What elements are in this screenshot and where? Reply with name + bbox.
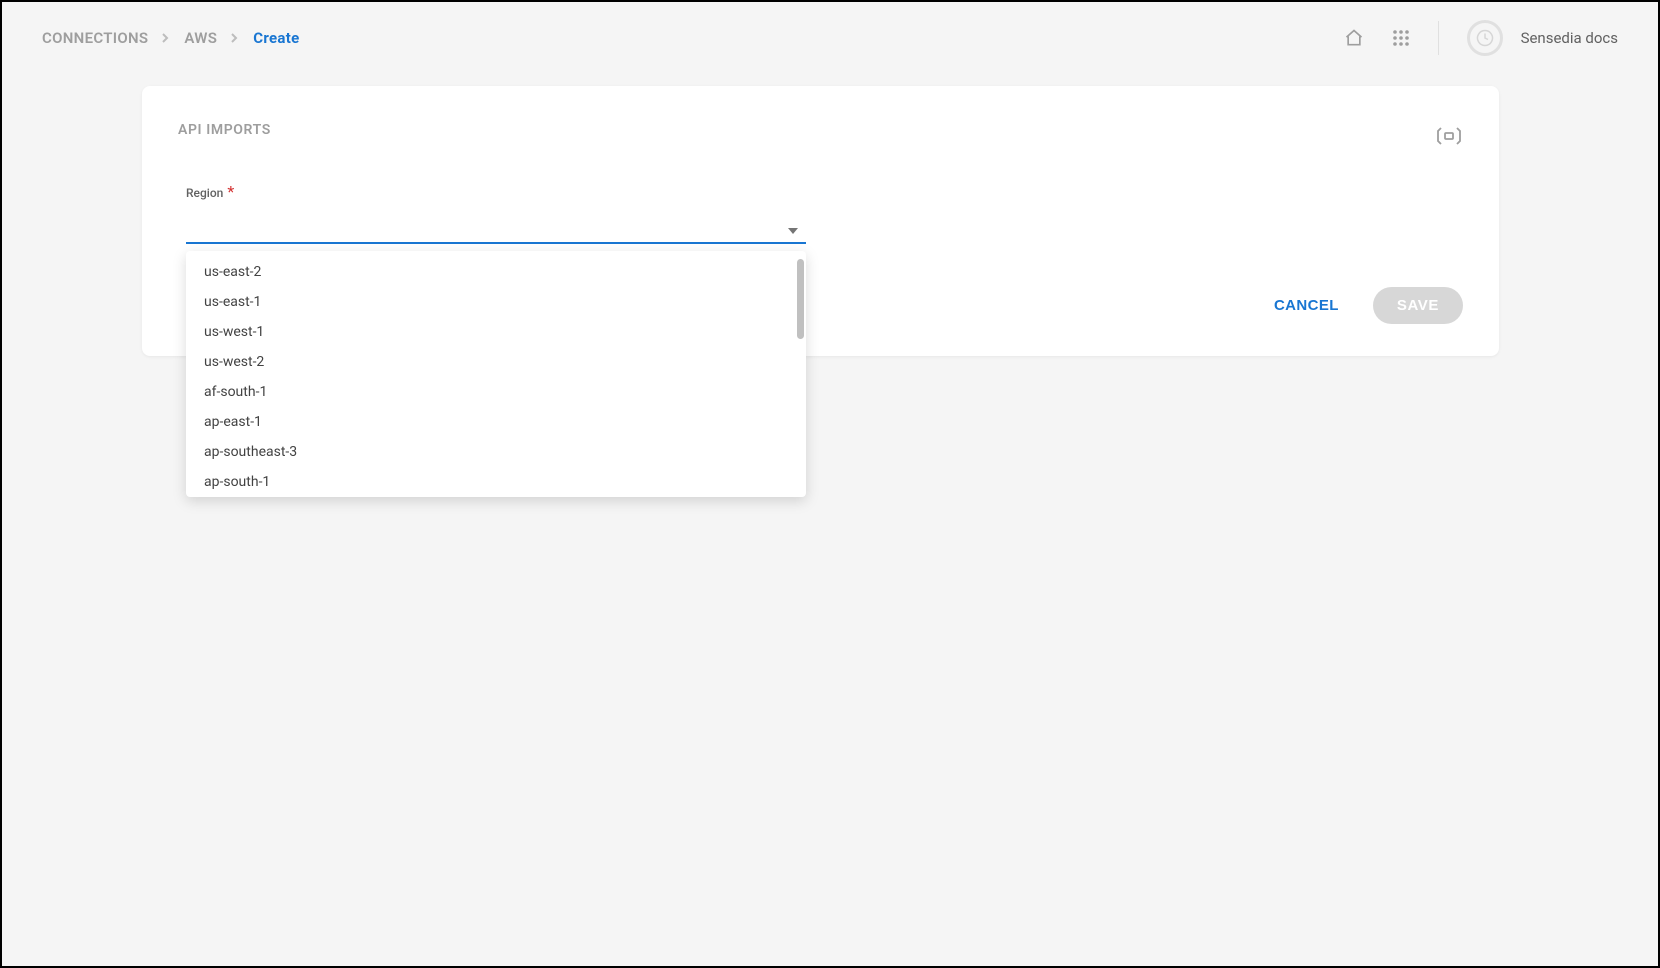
dropdown-option[interactable]: us-west-2 [186,347,806,377]
vertical-divider [1438,21,1439,55]
api-bridge-icon [1435,122,1463,154]
card-header: API IMPORTS [178,122,1463,154]
dropdown-option[interactable]: ap-east-1 [186,407,806,437]
card-title: API IMPORTS [178,122,271,138]
cancel-button[interactable]: CANCEL [1274,297,1339,314]
username-label: Sensedia docs [1521,29,1618,47]
top-right-controls: Sensedia docs [1344,20,1618,56]
dropdown-option[interactable]: us-west-1 [186,317,806,347]
region-input[interactable] [186,209,806,244]
dropdown-option[interactable]: ap-south-1 [186,467,806,497]
region-dropdown: us-east-2 us-east-1 us-west-1 us-west-2 … [186,251,806,497]
chevron-right-icon [162,33,170,43]
dropdown-option[interactable]: us-east-2 [186,257,806,287]
region-select[interactable]: us-east-2 us-east-1 us-west-1 us-west-2 … [186,209,806,244]
breadcrumb: CONNECTIONS AWS Create [42,29,300,47]
region-field: Region * us-east-2 us-east-1 us-west-1 us… [186,182,1463,244]
form-area: Region * us-east-2 us-east-1 us-west-1 us… [178,182,1463,244]
dropdown-option[interactable]: af-south-1 [186,377,806,407]
home-icon[interactable] [1344,28,1364,48]
chevron-right-icon [231,33,239,43]
page-wrapper: CONNECTIONS AWS Create [2,2,1658,966]
top-bar: CONNECTIONS AWS Create [2,6,1658,70]
dropdown-scrollbar[interactable] [797,259,804,339]
avatar [1467,20,1503,56]
dropdown-option[interactable]: ap-southeast-3 [186,437,806,467]
save-button[interactable]: SAVE [1373,287,1463,324]
breadcrumb-link-aws[interactable]: AWS [184,29,217,47]
api-imports-card: API IMPORTS Region * [142,86,1499,356]
user-block[interactable]: Sensedia docs [1467,20,1618,56]
breadcrumb-current: Create [253,29,299,47]
required-mark: * [227,182,234,201]
breadcrumb-link-connections[interactable]: CONNECTIONS [42,29,148,47]
dropdown-option[interactable]: us-east-1 [186,287,806,317]
apps-grid-icon[interactable] [1392,29,1410,47]
region-label: Region [186,186,223,200]
card-actions: CANCEL SAVE [1274,287,1463,324]
